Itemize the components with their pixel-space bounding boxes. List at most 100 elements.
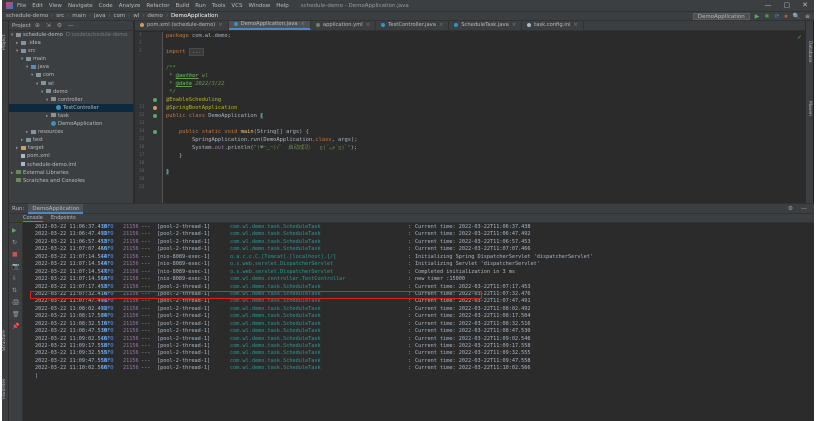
tree-item[interactable]: schedule-demo.iml: [9, 161, 133, 169]
tab-maven[interactable]: Maven: [807, 101, 812, 116]
breadcrumb-item[interactable]: main: [72, 13, 86, 19]
tab-endpoints[interactable]: Endpoints: [51, 215, 76, 221]
close-tab-icon[interactable]: ×: [512, 22, 516, 28]
tab-console[interactable]: Console: [23, 215, 43, 222]
close-tab-icon[interactable]: ×: [439, 22, 443, 28]
editor-tab[interactable]: pom.xml (schedule-demo) ×: [135, 21, 229, 30]
menu-item-run[interactable]: Run: [195, 3, 206, 9]
pin-icon[interactable]: 📌: [12, 323, 19, 330]
log-pid: 21156: [123, 238, 139, 245]
tree-item[interactable]: ▾ schedule-demo D:\code\schedule-demo: [9, 31, 133, 39]
log-pid: 21156: [123, 365, 139, 372]
close-button[interactable]: ✕: [802, 1, 808, 9]
project-panel-tools-icon[interactable]: ⊕ ⇲ ⚙ —: [35, 22, 76, 29]
menu-item-view[interactable]: View: [49, 3, 62, 9]
tree-item[interactable]: ▾ java: [9, 63, 133, 71]
debug-icon[interactable]: ✱: [764, 13, 769, 20]
editor-tab[interactable]: task.config.ini ×: [522, 21, 584, 30]
tree-item[interactable]: ▸ task: [9, 112, 133, 120]
run-panel-settings-icon[interactable]: ⚙ —: [788, 205, 810, 212]
log-message: Current time: 2022-03-22T11:07:47.491: [415, 298, 531, 305]
breadcrumb-item[interactable]: wl: [133, 13, 139, 19]
project-panel-title[interactable]: Project: [12, 23, 31, 29]
print-icon[interactable]: 🖨: [12, 299, 20, 306]
code-area[interactable]: package com.wl.demo; import ... /** * @a…: [166, 32, 796, 203]
menu-item-file[interactable]: File: [17, 3, 26, 9]
run-icon[interactable]: ▶: [755, 13, 760, 20]
menu-item-window[interactable]: Window: [249, 3, 271, 9]
settings-list-icon[interactable]: ≡: [805, 13, 810, 20]
tree-item[interactable]: ▾ demo: [9, 88, 133, 96]
folded-imports[interactable]: ...: [188, 48, 205, 56]
menu-item-build[interactable]: Build: [175, 3, 189, 9]
run-gutter-icon[interactable]: [153, 98, 157, 102]
code-token: .println(: [224, 145, 254, 151]
tab-structure[interactable]: Structure: [2, 321, 9, 361]
tree-item[interactable]: ▾ com: [9, 71, 133, 79]
close-tab-icon[interactable]: ×: [218, 22, 222, 28]
rerun-icon[interactable]: ▶: [12, 227, 17, 234]
tree-item[interactable]: ▸ resources: [9, 128, 133, 136]
tree-item[interactable]: ▸ External Libraries: [9, 169, 133, 177]
log-timestamp: 2022-03-22 11:08:17.504: [35, 313, 107, 320]
menu-item-refactor[interactable]: Refactor: [146, 3, 169, 9]
close-tab-icon[interactable]: ×: [366, 22, 370, 28]
run-configuration-select[interactable]: DemoApplication: [692, 13, 750, 20]
menu-item-help[interactable]: Help: [276, 3, 289, 9]
stop-icon[interactable]: ■: [12, 251, 18, 258]
clear-all-icon[interactable]: 🗑: [12, 311, 20, 318]
run-gutter-icon[interactable]: [153, 114, 157, 118]
bean-gutter-icon[interactable]: [153, 106, 157, 110]
stop-icon[interactable]: ⏹: [784, 13, 787, 20]
close-tab-icon[interactable]: ×: [301, 21, 305, 27]
tab-favorites[interactable]: Favorites: [2, 369, 9, 409]
breadcrumb-item[interactable]: src: [56, 13, 64, 19]
tree-item[interactable]: ▾ controller: [9, 96, 133, 104]
tree-item[interactable]: DemoApplication: [9, 120, 133, 128]
maximize-button[interactable]: ▢: [784, 1, 791, 9]
tree-item[interactable]: ▸ target: [9, 144, 133, 152]
tree-item[interactable]: ▸ .idea: [9, 39, 133, 47]
rerun-icon[interactable]: ⟳: [774, 13, 779, 20]
tab-run-demoapplication[interactable]: DemoApplication: [28, 203, 84, 214]
tree-item[interactable]: ▾ main: [9, 55, 133, 63]
run-gutter-icon[interactable]: [153, 130, 157, 134]
editor-tab[interactable]: TestController.java ×: [376, 21, 450, 30]
menu-item-tools[interactable]: Tools: [212, 3, 226, 9]
menu-item-analyze[interactable]: Analyze: [119, 3, 141, 9]
code-editor: pom.xml (schedule-demo) × DemoApplication.…: [135, 21, 805, 203]
log-logger: com.wl.demo.task.ScheduleTask: [230, 305, 321, 312]
tree-item[interactable]: Scratches and Consoles: [9, 177, 133, 185]
search-icon[interactable]: 🔍: [792, 13, 799, 20]
editor-tab[interactable]: ScheduleTask.java ×: [449, 21, 523, 30]
breadcrumb-item[interactable]: com: [114, 13, 126, 19]
tree-item[interactable]: pom.xml: [9, 152, 133, 160]
menu-item-edit[interactable]: Edit: [32, 3, 43, 9]
tree-item[interactable]: ▾ wl: [9, 80, 133, 88]
camera-icon[interactable]: 📷: [12, 263, 19, 270]
breadcrumb-item[interactable]: demo: [147, 13, 163, 19]
tab-project[interactable]: Project: [2, 25, 9, 59]
close-tab-icon[interactable]: ×: [573, 22, 577, 28]
breadcrumb-item[interactable]: java: [94, 13, 106, 19]
restart-icon[interactable]: ↻: [12, 239, 17, 246]
minimize-button[interactable]: —: [765, 1, 772, 9]
scroll-to-end-icon[interactable]: ⇩: [12, 275, 17, 282]
tree-item[interactable]: ▾ src: [9, 47, 133, 55]
breadcrumb-item[interactable]: DemoApplication: [171, 13, 218, 19]
console-output[interactable]: 2022-03-22 11:06:37.438 INFO 21156 --- [pool…: [27, 224, 812, 420]
editor-tab[interactable]: DemoApplication.java ×: [228, 21, 311, 30]
menu-item-vcs[interactable]: VCS: [231, 3, 242, 9]
tree-item[interactable]: TestController: [9, 103, 133, 112]
soft-wrap-icon[interactable]: ⇅: [12, 287, 17, 294]
menu-item-code[interactable]: Code: [99, 3, 113, 9]
tab-database[interactable]: Database: [807, 41, 812, 62]
editor-tab[interactable]: application.yml ×: [311, 21, 377, 30]
log-timestamp: 2022-03-22 11:08:47.530: [35, 328, 107, 335]
code-token: SpringApplication.: [191, 137, 251, 143]
tree-item[interactable]: ▸ test: [9, 136, 133, 144]
tree-item-label: External Libraries: [23, 169, 69, 176]
breadcrumb-item[interactable]: schedule-demo: [6, 13, 48, 19]
menu-item-navigate[interactable]: Navigate: [68, 3, 93, 9]
console-cursor[interactable]: |: [27, 373, 812, 380]
